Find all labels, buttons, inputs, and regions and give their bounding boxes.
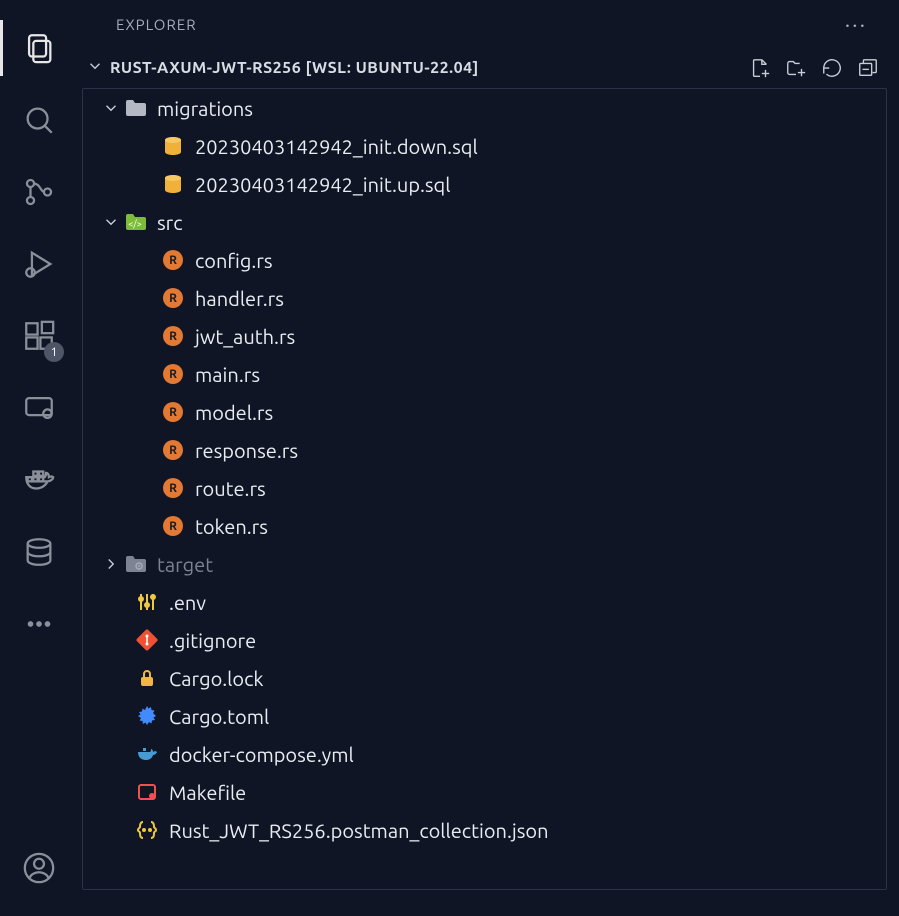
explorer-header: EXPLORER ··· bbox=[78, 0, 887, 48]
svg-text:R: R bbox=[169, 254, 177, 267]
file-label: response.rs bbox=[195, 439, 298, 462]
activity-more[interactable] bbox=[0, 588, 78, 660]
file-label: Makefile bbox=[169, 781, 246, 804]
file-env[interactable]: .env bbox=[83, 583, 886, 621]
file-label: main.rs bbox=[195, 363, 260, 386]
file-label: handler.rs bbox=[195, 287, 284, 310]
file-row[interactable]: Rconfig.rs bbox=[83, 241, 886, 279]
file-row[interactable]: Rmodel.rs bbox=[83, 393, 886, 431]
folder-label: src bbox=[157, 211, 183, 234]
database-icon bbox=[161, 172, 185, 196]
workspace-header[interactable]: RUST-AXUM-JWT-RS256 [WSL: UBUNTU-22.04] bbox=[78, 48, 887, 88]
file-label: model.rs bbox=[195, 401, 273, 424]
activity-bar: 1 bbox=[0, 0, 78, 916]
svg-text:R: R bbox=[169, 368, 177, 381]
file-label: Cargo.lock bbox=[169, 667, 264, 690]
activity-database[interactable] bbox=[0, 516, 78, 588]
file-row[interactable]: Rhandler.rs bbox=[83, 279, 886, 317]
file-row[interactable]: Rroute.rs bbox=[83, 469, 886, 507]
activity-explorer[interactable] bbox=[0, 12, 78, 84]
explorer-more-icon[interactable]: ··· bbox=[845, 12, 867, 37]
file-label: route.rs bbox=[195, 477, 266, 500]
new-folder-icon[interactable] bbox=[785, 57, 807, 79]
gear-icon bbox=[135, 704, 159, 728]
file-row[interactable]: Rmain.rs bbox=[83, 355, 886, 393]
rust-icon: R bbox=[161, 362, 185, 386]
env-icon bbox=[135, 590, 159, 614]
json-icon bbox=[135, 818, 159, 842]
file-row[interactable]: 20230403142942_init.up.sql bbox=[83, 165, 886, 203]
folder-src-icon: </> bbox=[123, 210, 147, 234]
file-row[interactable]: 20230403142942_init.down.sql bbox=[83, 127, 886, 165]
workspace-actions bbox=[749, 57, 879, 79]
chevron-down-icon bbox=[101, 213, 121, 231]
svg-text:R: R bbox=[169, 482, 177, 495]
rust-icon: R bbox=[161, 438, 185, 462]
rust-icon: R bbox=[161, 514, 185, 538]
activity-search[interactable] bbox=[0, 84, 78, 156]
svg-text:R: R bbox=[169, 444, 177, 457]
folder-src[interactable]: </> src bbox=[83, 203, 886, 241]
folder-label: migrations bbox=[157, 97, 253, 120]
rust-icon: R bbox=[161, 476, 185, 500]
activity-source-control[interactable] bbox=[0, 156, 78, 228]
file-gitignore[interactable]: .gitignore bbox=[83, 621, 886, 659]
activity-docker[interactable] bbox=[0, 444, 78, 516]
git-icon bbox=[135, 628, 159, 652]
svg-text:R: R bbox=[169, 330, 177, 343]
file-row[interactable]: Rtoken.rs bbox=[83, 507, 886, 545]
activity-account[interactable] bbox=[0, 832, 78, 904]
file-label: 20230403142942_init.down.sql bbox=[195, 135, 478, 158]
chevron-right-icon bbox=[101, 555, 121, 573]
explorer-panel: EXPLORER ··· RUST-AXUM-JWT-RS256 [WSL: U… bbox=[78, 0, 899, 916]
database-icon bbox=[161, 134, 185, 158]
folder-migrations[interactable]: migrations bbox=[83, 89, 886, 127]
makefile-icon bbox=[135, 780, 159, 804]
docker-icon bbox=[135, 742, 159, 766]
extensions-badge: 1 bbox=[44, 342, 64, 362]
rust-icon: R bbox=[161, 324, 185, 348]
collapse-all-icon[interactable] bbox=[857, 57, 879, 79]
file-makefile[interactable]: Makefile bbox=[83, 773, 886, 811]
folder-icon bbox=[123, 96, 147, 120]
svg-text:</>: </> bbox=[128, 219, 141, 229]
rust-icon: R bbox=[161, 400, 185, 424]
new-file-icon[interactable] bbox=[749, 57, 771, 79]
folder-target-icon bbox=[123, 552, 147, 576]
explorer-title: EXPLORER bbox=[116, 16, 197, 33]
chevron-down-icon bbox=[101, 99, 121, 117]
activity-extensions[interactable]: 1 bbox=[0, 300, 78, 372]
workspace-name: RUST-AXUM-JWT-RS256 [WSL: UBUNTU-22.04] bbox=[110, 59, 479, 77]
file-label: 20230403142942_init.up.sql bbox=[195, 173, 451, 196]
file-label: Rust_JWT_RS256.postman_collection.json bbox=[169, 819, 549, 842]
file-label: .env bbox=[169, 591, 206, 614]
folder-target[interactable]: target bbox=[83, 545, 886, 583]
rust-icon: R bbox=[161, 286, 185, 310]
svg-text:R: R bbox=[169, 292, 177, 305]
file-cargotoml[interactable]: Cargo.toml bbox=[83, 697, 886, 735]
folder-label: target bbox=[157, 553, 213, 576]
svg-text:R: R bbox=[169, 406, 177, 419]
file-label: docker-compose.yml bbox=[169, 743, 354, 766]
file-label: Cargo.toml bbox=[169, 705, 269, 728]
svg-text:R: R bbox=[169, 520, 177, 533]
refresh-icon[interactable] bbox=[821, 57, 843, 79]
file-label: token.rs bbox=[195, 515, 268, 538]
file-label: .gitignore bbox=[169, 629, 256, 652]
file-cargolock[interactable]: Cargo.lock bbox=[83, 659, 886, 697]
file-row[interactable]: Rresponse.rs bbox=[83, 431, 886, 469]
file-row[interactable]: Rjwt_auth.rs bbox=[83, 317, 886, 355]
file-docker[interactable]: docker-compose.yml bbox=[83, 735, 886, 773]
activity-remote[interactable] bbox=[0, 372, 78, 444]
chevron-down-icon bbox=[86, 57, 104, 79]
lock-icon bbox=[135, 666, 159, 690]
file-label: config.rs bbox=[195, 249, 273, 272]
file-label: jwt_auth.rs bbox=[195, 325, 295, 348]
file-tree: migrations 20230403142942_init.down.sql … bbox=[82, 88, 887, 890]
file-postman[interactable]: Rust_JWT_RS256.postman_collection.json bbox=[83, 811, 886, 849]
activity-run-debug[interactable] bbox=[0, 228, 78, 300]
rust-icon: R bbox=[161, 248, 185, 272]
